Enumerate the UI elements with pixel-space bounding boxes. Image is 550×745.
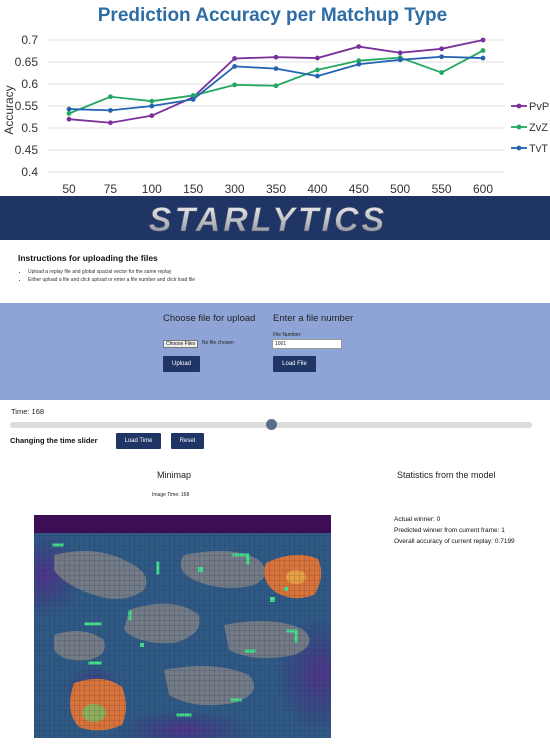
x-tick-label: 100 bbox=[142, 182, 162, 196]
series-line-zvz bbox=[68, 49, 484, 115]
data-point-tvt bbox=[439, 54, 444, 60]
data-point-pvp bbox=[356, 44, 362, 49]
accuracy-chart: Prediction Accuracy per Matchup Type 0.4… bbox=[0, 0, 550, 196]
legend-marker-pvp bbox=[516, 103, 522, 109]
data-point-pvp bbox=[149, 113, 155, 119]
actual-winner: Actual winner: 0 bbox=[394, 516, 441, 523]
time-slider-thumb[interactable] bbox=[265, 419, 277, 430]
x-tick-label: 150 bbox=[183, 182, 203, 196]
instruction-item: Upload a replay file and global spacial … bbox=[28, 268, 538, 276]
stats-title: Statistics from the model bbox=[397, 470, 496, 480]
y-axis-label: Accuracy bbox=[2, 85, 16, 134]
series-line-pvp bbox=[68, 39, 484, 124]
load-file-button[interactable]: Load File bbox=[273, 356, 316, 372]
data-point-pvp bbox=[232, 56, 238, 61]
minimap-image bbox=[34, 515, 331, 738]
minimap-title: Minimap bbox=[157, 470, 192, 480]
minimap-heatmap bbox=[34, 515, 331, 738]
data-point-pvp bbox=[315, 55, 320, 61]
data-point-pvp bbox=[397, 50, 403, 56]
x-tick-label: 50 bbox=[62, 182, 76, 196]
y-tick-label: 0.6 bbox=[21, 77, 38, 91]
data-point-pvp bbox=[480, 37, 486, 43]
data-point-tvt bbox=[480, 55, 486, 61]
load-time-button[interactable]: Load Time bbox=[116, 433, 161, 449]
data-point-tvt bbox=[315, 73, 320, 79]
time-label: Time: 168 bbox=[11, 407, 45, 416]
instructions: Instructions for uploading the files Upl… bbox=[18, 253, 538, 284]
minimap-top-bar bbox=[34, 515, 331, 533]
data-point-tvt bbox=[232, 64, 238, 69]
upload-button[interactable]: Upload bbox=[163, 356, 200, 372]
data-point-zvz bbox=[232, 82, 238, 88]
data-point-tvt bbox=[66, 106, 72, 112]
data-point-zvz bbox=[149, 98, 155, 104]
y-tick-label: 0.55 bbox=[15, 99, 39, 113]
choose-files-button[interactable]: Choose Files bbox=[163, 340, 199, 348]
x-tick-label: 550 bbox=[432, 182, 452, 196]
data-point-tvt bbox=[273, 66, 279, 71]
x-tick-label: 350 bbox=[266, 182, 286, 196]
y-tick-label: 0.65 bbox=[15, 55, 39, 69]
x-tick-label: 600 bbox=[473, 182, 493, 196]
time-controls-label: Changing the time slider bbox=[10, 436, 98, 445]
x-tick-label: 500 bbox=[390, 182, 410, 196]
legend-label-zvz: ZvZ bbox=[529, 122, 548, 134]
overall-accuracy: Overall accuracy of current replay: 0.71… bbox=[394, 538, 515, 545]
data-point-zvz bbox=[315, 67, 320, 73]
data-point-tvt bbox=[356, 61, 362, 67]
data-point-zvz bbox=[108, 94, 113, 100]
data-point-zvz bbox=[273, 83, 279, 89]
y-tick-label: 0.7 bbox=[21, 33, 38, 47]
instructions-title: Instructions for uploading the files bbox=[18, 253, 158, 263]
data-point-zvz bbox=[439, 70, 444, 75]
file-number-input[interactable]: 1001 bbox=[272, 339, 342, 349]
data-point-pvp bbox=[66, 116, 72, 122]
data-point-tvt bbox=[190, 97, 196, 102]
legend-label-tvt: TvT bbox=[529, 143, 548, 155]
data-point-tvt bbox=[108, 108, 113, 113]
legend-marker-tvt bbox=[516, 145, 522, 151]
y-tick-label: 0.4 bbox=[21, 165, 38, 179]
y-tick-label: 0.45 bbox=[15, 143, 39, 157]
app-banner: STARLYTICS bbox=[0, 196, 550, 240]
svg-text:STARLYTICS: STARLYTICS bbox=[149, 201, 387, 239]
file-number-title: Enter a file number bbox=[273, 313, 354, 324]
chart-svg: 0.4 0.45 0.5 0.55 0.6 0.65 0.7 50 75 100 150 300 350… bbox=[2, 33, 549, 196]
instruction-item: Either upload a file and click upload or… bbox=[28, 276, 538, 284]
instructions-list: Upload a replay file and global spacial … bbox=[18, 268, 538, 284]
starlytics-logo: STARLYTICS bbox=[148, 201, 387, 240]
legend-label-pvp: PvP bbox=[529, 101, 549, 113]
file-number-label: File Number: bbox=[273, 332, 302, 338]
reset-button[interactable]: Reset bbox=[171, 433, 204, 449]
data-point-pvp bbox=[439, 46, 444, 52]
data-point-tvt bbox=[149, 103, 155, 109]
no-file-label: No file chosen bbox=[202, 340, 234, 346]
data-point-tvt bbox=[397, 57, 403, 63]
choose-file-title: Choose file for upload bbox=[163, 313, 256, 324]
x-tick-label: 75 bbox=[104, 182, 118, 196]
y-tick-label: 0.5 bbox=[21, 121, 38, 135]
legend-marker-zvz bbox=[516, 124, 522, 130]
predicted-winner: Predicted winner from current frame: 1 bbox=[394, 527, 505, 534]
data-point-pvp bbox=[108, 120, 113, 126]
data-point-zvz bbox=[480, 48, 486, 53]
x-tick-label: 400 bbox=[307, 182, 327, 196]
data-point-pvp bbox=[273, 54, 279, 60]
x-tick-label: 450 bbox=[349, 182, 369, 196]
data-point-zvz bbox=[66, 111, 72, 116]
x-tick-label: 300 bbox=[225, 182, 245, 196]
image-time-label: Image Time: 168 bbox=[152, 492, 190, 498]
